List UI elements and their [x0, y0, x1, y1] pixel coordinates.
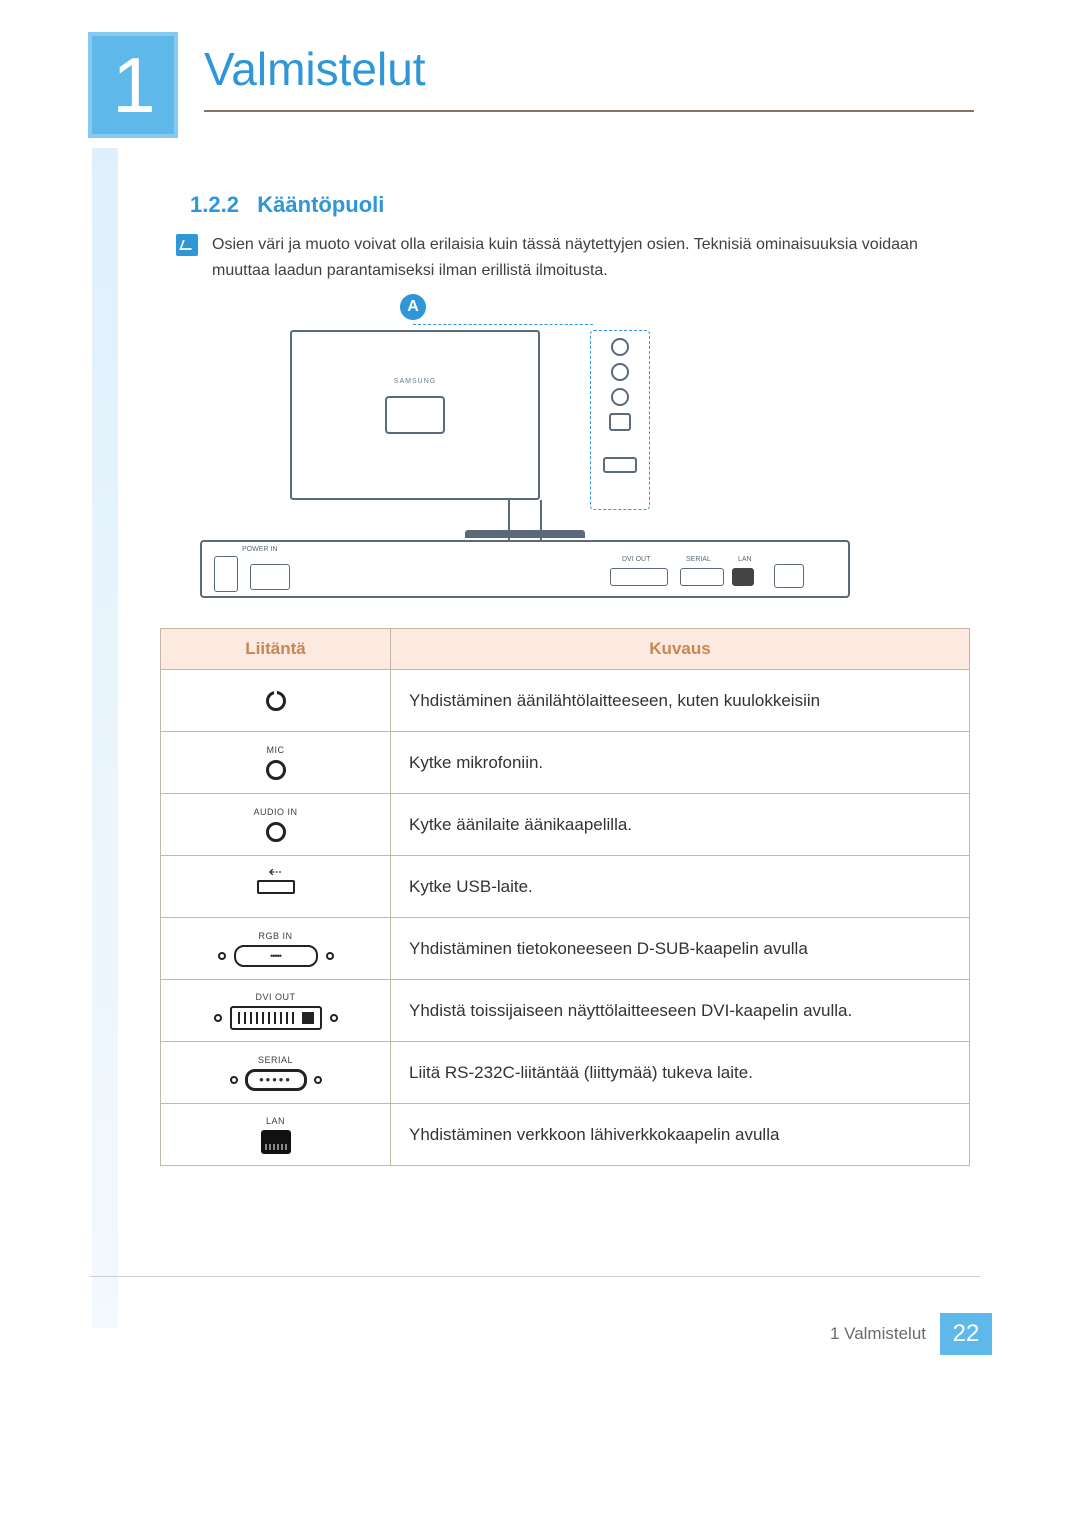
table-row: RGB IN ••••• Yhdistäminen tietokoneeseen… — [161, 918, 970, 980]
label-serial: SERIAL — [686, 556, 711, 563]
footer: 1 Valmistelut 22 — [816, 1313, 992, 1355]
desc-cell: Liitä RS-232C-liitäntää (liittymää) tuke… — [391, 1042, 970, 1104]
desc-cell: Yhdistäminen tietokoneeseen D-SUB-kaapel… — [391, 918, 970, 980]
footer-page-number: 22 — [940, 1313, 992, 1355]
label-power-in: POWER IN — [242, 546, 277, 553]
mic-jack-icon — [611, 363, 629, 381]
chapter-title: Valmistelut — [204, 42, 426, 96]
footer-chapter-ref: 1 Valmistelut — [816, 1313, 940, 1355]
table-row: DVI OUT Yhdistä toissijaiseen näyttölait… — [161, 980, 970, 1042]
port-label-mic: MIC — [165, 745, 386, 755]
port-label-audio-in: AUDIO IN — [165, 807, 386, 817]
chapter-rule — [204, 110, 974, 112]
left-accent-strip — [92, 148, 118, 1328]
ports-table: Liitäntä Kuvaus Yhdistäminen äänilähtöla… — [160, 628, 970, 1166]
audio-in-icon — [266, 822, 286, 842]
dvi-icon — [230, 1006, 322, 1030]
port-label-rgb-in: RGB IN — [165, 931, 386, 941]
table-row: MIC Kytke mikrofoniin. — [161, 732, 970, 794]
label-dvi-out: DVI OUT — [622, 556, 650, 563]
table-row: Kytke USB-laite. — [161, 856, 970, 918]
footer-rule — [90, 1276, 980, 1277]
port-cell-dvi-out: DVI OUT — [161, 980, 391, 1042]
callout-marker-a: A — [400, 294, 426, 320]
table-header-row: Liitäntä Kuvaus — [161, 629, 970, 670]
rear-diagram: A SAMSUNG POWER IN DVI OUT SERIAL LAN — [200, 300, 850, 610]
desc-cell: Kytke äänilaite äänikaapelilla. — [391, 794, 970, 856]
port-cell-headphone — [161, 670, 391, 732]
desc-cell: Kytke mikrofoniin. — [391, 732, 970, 794]
vga-icon: ••••• — [234, 945, 318, 967]
monitor-rear: SAMSUNG — [290, 330, 540, 500]
callout-dash-line — [413, 324, 593, 325]
page: 1 Valmistelut 1.2.2 Kääntöpuoli Osien vä… — [0, 0, 1080, 1527]
section-number: 1.2.2 — [190, 192, 239, 217]
dvi-out-port-icon — [610, 568, 668, 586]
desc-cell: Kytke USB-laite. — [391, 856, 970, 918]
mic-icon — [266, 760, 286, 780]
table-row: SERIAL ••••• Liitä RS-232C-liitäntää (li… — [161, 1042, 970, 1104]
lan-icon — [261, 1130, 291, 1154]
col-header-port: Liitäntä — [161, 629, 391, 670]
headphone-icon — [266, 691, 286, 711]
table-row: Yhdistäminen äänilähtölaitteeseen, kuten… — [161, 670, 970, 732]
monitor-stand-base — [465, 530, 585, 538]
bottom-port-panel: POWER IN DVI OUT SERIAL LAN — [200, 540, 850, 598]
lan-port-icon — [732, 568, 754, 586]
desc-cell: Yhdistä toissijaiseen näyttölaitteeseen … — [391, 980, 970, 1042]
note-icon — [176, 234, 198, 256]
port-cell-lan: LAN — [161, 1104, 391, 1166]
headphone-jack-icon — [611, 338, 629, 356]
section-title: Kääntöpuoli — [257, 192, 384, 217]
serial-icon: ••••• — [245, 1069, 307, 1091]
screw-right-icon — [330, 1014, 338, 1022]
power-switch-icon — [250, 564, 290, 590]
port-cell-rgb-in: RGB IN ••••• — [161, 918, 391, 980]
usb-icon — [257, 880, 295, 894]
monitor-hinge — [385, 396, 445, 434]
table-row: LAN Yhdistäminen verkkoon lähiverkkokaap… — [161, 1104, 970, 1166]
note-text: Osien väri ja muoto voivat olla erilaisi… — [212, 232, 976, 283]
chapter-badge: 1 — [88, 32, 178, 138]
section-heading: 1.2.2 Kääntöpuoli — [190, 192, 384, 218]
port-label-lan: LAN — [165, 1116, 386, 1126]
port-cell-usb — [161, 856, 391, 918]
chapter-number: 1 — [112, 40, 153, 131]
serial-port-icon — [680, 568, 724, 586]
note-block: Osien väri ja muoto voivat olla erilaisi… — [176, 232, 976, 283]
port-cell-mic: MIC — [161, 732, 391, 794]
desc-cell: Yhdistäminen äänilähtölaitteeseen, kuten… — [391, 670, 970, 732]
monitor-brand: SAMSUNG — [292, 378, 538, 385]
port-cell-serial: SERIAL ••••• — [161, 1042, 391, 1104]
label-lan: LAN — [738, 556, 752, 563]
rgb-in-port-icon — [603, 457, 637, 473]
col-header-desc: Kuvaus — [391, 629, 970, 670]
usb-bottom-port-icon — [774, 564, 804, 588]
table-row: AUDIO IN Kytke äänilaite äänikaapelilla. — [161, 794, 970, 856]
power-in-port-icon — [214, 556, 238, 592]
side-port-panel — [590, 330, 650, 510]
port-cell-audio-in: AUDIO IN — [161, 794, 391, 856]
usb-port-icon — [609, 413, 631, 431]
port-label-dvi-out: DVI OUT — [165, 992, 386, 1002]
port-label-serial: SERIAL — [165, 1055, 386, 1065]
screw-left-icon — [214, 1014, 222, 1022]
desc-cell: Yhdistäminen verkkoon lähiverkkokaapelin… — [391, 1104, 970, 1166]
audio-in-jack-icon — [611, 388, 629, 406]
